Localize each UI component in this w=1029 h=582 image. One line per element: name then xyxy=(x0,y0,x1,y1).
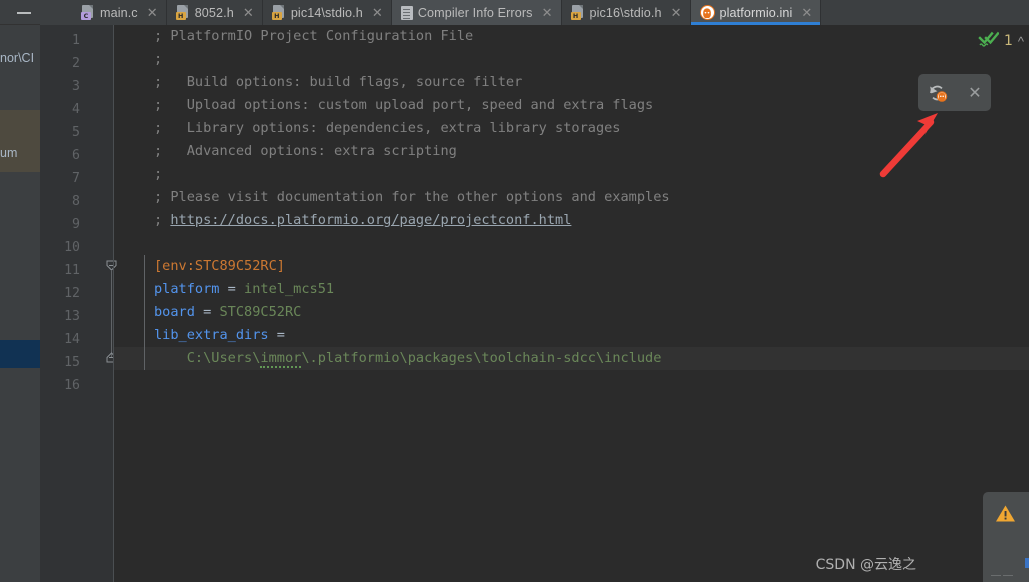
project-path-fragment[interactable]: nor\CI xyxy=(0,48,40,68)
h-file-icon: H xyxy=(570,5,585,20)
code-token: = xyxy=(268,327,285,343)
code-token: = xyxy=(219,281,245,297)
h-file-icon: H xyxy=(175,5,190,20)
code-line[interactable]: [env:STC89C52RC] xyxy=(114,255,1029,278)
code-line[interactable]: ; Please visit documentation for the oth… xyxy=(114,186,1029,209)
code-token: ; Please visit documentation for the oth… xyxy=(154,189,670,205)
tab-label: platformio.ini xyxy=(719,5,793,20)
line-number: 9 xyxy=(72,217,80,232)
tab-close-icon[interactable]: ✕ xyxy=(670,6,683,19)
tab-0[interactable]: Cmain.c ✕ xyxy=(72,0,167,25)
tab-label: main.c xyxy=(100,5,138,20)
line-number: 15 xyxy=(64,355,80,370)
line-number: 6 xyxy=(72,148,80,163)
code-token: ; Build options: build flags, source fil… xyxy=(154,74,523,90)
line-number: 1 xyxy=(72,33,80,48)
tab-close-icon[interactable]: ✕ xyxy=(800,6,813,19)
line-number: 10 xyxy=(64,240,80,255)
project-panel-strip: nor\CI um xyxy=(0,0,40,582)
red-arrow-annotation xyxy=(876,110,948,185)
tab-label: pic14\stdio.h xyxy=(290,5,363,20)
document-icon xyxy=(400,5,413,20)
code-token: [env:STC89C52RC] xyxy=(154,258,285,274)
code-token: ; Library options: dependencies, extra l… xyxy=(154,120,621,136)
tab-label: pic16\stdio.h xyxy=(589,5,662,20)
line-number: 2 xyxy=(72,56,80,71)
line-number-gutter[interactable]: 1 2 3 4 5 6 7 8 9 10 11 12 13 14 15 16 xyxy=(40,25,117,582)
tab-label: Compiler Info Errors xyxy=(417,5,533,20)
tab-4[interactable]: Hpic16\stdio.h ✕ xyxy=(561,0,691,25)
code-line[interactable]: ; PlatformIO Project Configuration File xyxy=(114,25,1029,48)
h-file-icon: H xyxy=(271,5,286,20)
line-number: 4 xyxy=(72,102,80,117)
tab-close-icon[interactable]: ✕ xyxy=(242,6,255,19)
code-token: ; xyxy=(154,51,163,67)
code-token: lib_extra_dirs xyxy=(154,327,269,343)
line-number: 12 xyxy=(64,286,80,301)
editor-tab-bar: Cmain.c ✕ H 8052.h ✕ Hpic14\stdio.h ✕ Compiler … xyxy=(40,0,1029,25)
close-toolbar-icon[interactable]: ✕ xyxy=(968,84,981,101)
code-token: platform xyxy=(154,281,220,297)
tab-2[interactable]: Hpic14\stdio.h ✕ xyxy=(262,0,392,25)
code-line[interactable]: lib_extra_dirs = xyxy=(114,324,1029,347)
tab-close-icon[interactable]: ✕ xyxy=(371,6,384,19)
warning-triangle-icon[interactable] xyxy=(995,504,1016,528)
panel-marker xyxy=(1025,558,1029,568)
inspection-warning-panel[interactable] xyxy=(983,492,1029,582)
tab-1[interactable]: H 8052.h ✕ xyxy=(166,0,263,25)
code-token: STC89C52RC xyxy=(219,304,302,320)
code-token: C:\Users\ xyxy=(154,350,261,366)
line-number: 5 xyxy=(72,125,80,140)
csdn-watermark: CSDN @云逸之 xyxy=(815,557,916,573)
code-line[interactable] xyxy=(114,232,1029,255)
panel-ticks xyxy=(991,575,1001,576)
code-editor[interactable]: 1 2 3 4 5 6 7 8 9 10 11 12 13 14 15 16 ; PlatformIO Pro… xyxy=(40,25,1029,582)
line-number: 7 xyxy=(72,171,80,186)
tab-close-icon[interactable]: ✕ xyxy=(146,6,159,19)
double-check-icon xyxy=(978,30,1000,52)
line-number: 8 xyxy=(72,194,80,209)
code-token: intel_mcs51 xyxy=(244,281,335,297)
code-token: ; xyxy=(154,166,163,182)
minimize-button[interactable] xyxy=(8,0,40,25)
refresh-platformio-icon[interactable] xyxy=(927,83,949,103)
code-token: ; Advanced options: extra scripting xyxy=(154,143,457,159)
code-line[interactable]: board = STC89C52RC xyxy=(114,301,1029,324)
code-line[interactable]: platform = intel_mcs51 xyxy=(114,278,1029,301)
code-line[interactable]: ; xyxy=(114,48,1029,71)
project-selected-item[interactable]: um xyxy=(0,110,40,172)
code-token: ; xyxy=(154,212,171,228)
line-number: 3 xyxy=(72,79,80,94)
code-content[interactable]: ; PlatformIO Project Configuration File;… xyxy=(114,25,1029,582)
code-line[interactable]: C:\Users\immor\.platformio\packages\tool… xyxy=(114,347,1029,370)
tab-3[interactable]: Compiler Info Errors ✕ xyxy=(391,0,562,25)
code-token: immor xyxy=(260,350,302,368)
code-token: ; PlatformIO Project Configuration File xyxy=(154,28,474,44)
code-token: board xyxy=(154,304,195,320)
code-line[interactable]: ; Build options: build flags, source fil… xyxy=(114,71,1029,94)
line-number: 14 xyxy=(64,332,80,347)
project-selected-label: um xyxy=(0,146,18,160)
ide-window: nor\CI um Cmain.c ✕ H 8052.h ✕ Hpic14\stdio.h… xyxy=(0,0,1029,582)
code-token: ; Upload options: custom upload port, sp… xyxy=(154,97,654,113)
inspection-widget[interactable]: 1 ^ xyxy=(978,30,1024,52)
minimize-icon xyxy=(17,11,31,14)
chevron-up-icon[interactable]: ^ xyxy=(1018,34,1024,49)
tab-close-icon[interactable]: ✕ xyxy=(541,6,554,19)
code-line[interactable]: ; https://docs.platformio.org/page/proje… xyxy=(114,209,1029,232)
project-highlighted-item[interactable] xyxy=(0,340,40,368)
c-file-icon: C xyxy=(81,5,95,20)
code-token: = xyxy=(194,304,220,320)
line-number: 16 xyxy=(64,378,80,393)
line-number: 11 xyxy=(64,263,80,278)
code-token: https://docs.platformio.org/page/project… xyxy=(170,212,572,228)
platformio-icon xyxy=(699,5,715,20)
tab-5[interactable]: platformio.ini ✕ xyxy=(690,0,822,25)
inspection-count: 1 xyxy=(1003,33,1013,49)
tab-label: 8052.h xyxy=(194,5,234,20)
platformio-refresh-toolbar[interactable]: ✕ xyxy=(918,74,991,111)
line-number: 13 xyxy=(64,309,80,324)
code-token: \.platformio\packages\toolchain-sdcc\inc… xyxy=(301,350,662,366)
code-line[interactable] xyxy=(114,370,1029,393)
